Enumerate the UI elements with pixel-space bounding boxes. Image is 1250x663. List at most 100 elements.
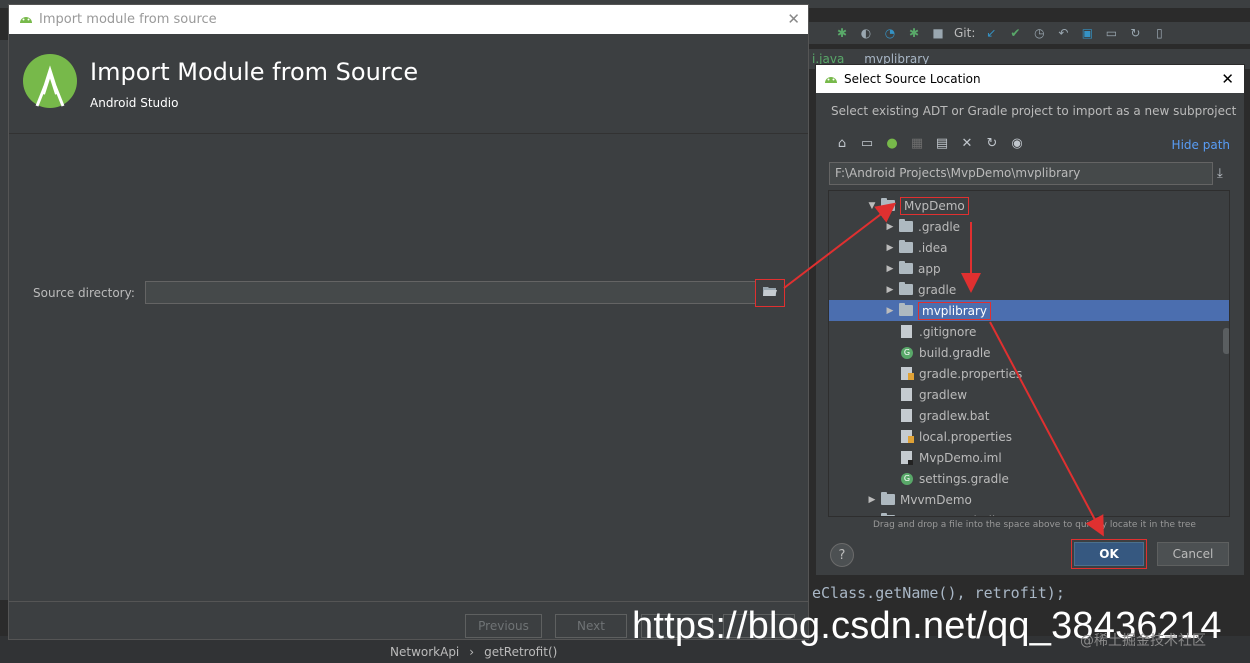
ide-toolbar: ✱ ◐ ◔ ✱ ■ Git: ↙ ✔ ◷ ↶ ▣ ▭ ↻ ▯	[808, 22, 1250, 44]
folder-icon	[899, 219, 913, 232]
profiler-icon[interactable]: ◔	[882, 25, 898, 41]
tree-item-label: .gradle	[918, 219, 961, 234]
breadcrumb-method[interactable]: getRetrofit()	[484, 645, 557, 659]
coverage-icon[interactable]: ◐	[858, 25, 874, 41]
avd-icon[interactable]: ▯	[1151, 25, 1167, 41]
ok-button-highlight: OK	[1071, 539, 1147, 569]
file-icon	[901, 325, 912, 338]
git-commit-icon[interactable]: ✔	[1007, 25, 1023, 41]
folder-icon	[899, 282, 913, 295]
tree-item[interactable]: local.properties	[829, 426, 1229, 447]
dialog-title: Import Module from Source	[90, 58, 419, 86]
tree-item-label: settings.gradle	[919, 471, 1009, 486]
tree-item[interactable]: ▶ MvvmDemo	[829, 489, 1229, 510]
tree-item[interactable]: Gsettings.gradle	[829, 468, 1229, 489]
help-button[interactable]: ?	[830, 543, 854, 567]
watermark-small: @稀土掘金技术社区	[1080, 633, 1206, 649]
tree-item-label: MvpDemo.iml	[919, 450, 1002, 465]
tree-item[interactable]: gradlew	[829, 384, 1229, 405]
sync-icon[interactable]: ↻	[1127, 25, 1143, 41]
select-dialog-window-title: Select Source Location	[844, 72, 981, 86]
breadcrumb-class[interactable]: NetworkApi	[390, 645, 459, 659]
git-history-icon[interactable]: ◷	[1031, 25, 1047, 41]
tree-item-label: .idea	[918, 240, 948, 255]
git-revert-icon[interactable]: ↶	[1055, 25, 1071, 41]
import-module-dialog: Import module from source ✕ Import Modul…	[8, 4, 809, 640]
tree-collapsed-icon[interactable]: ▶	[883, 222, 897, 232]
tree-item[interactable]: gradle.properties	[829, 363, 1229, 384]
tree-item[interactable]: ▶ MvvmJetpackAll	[829, 510, 1229, 517]
tree-item[interactable]: ▶ app	[829, 258, 1229, 279]
android-icon	[19, 12, 33, 28]
git-label: Git:	[954, 26, 976, 40]
close-icon[interactable]: ✕	[787, 10, 800, 28]
file-icon	[901, 409, 912, 422]
tree-item[interactable]: Gbuild.gradle	[829, 342, 1229, 363]
source-directory-input[interactable]	[145, 281, 785, 304]
iml-icon	[901, 451, 913, 465]
tree-item[interactable]: .gitignore	[829, 321, 1229, 342]
new-folder-icon[interactable]: ▤	[934, 135, 950, 151]
path-input[interactable]: F:\Android Projects\MvpDemo\mvplibrary	[829, 162, 1213, 185]
home-icon[interactable]: ⌂	[834, 135, 850, 151]
tree-item-label: .gitignore	[919, 324, 977, 339]
import-dialog-body: Source directory:	[9, 135, 808, 601]
attach-debugger-icon[interactable]: ✱	[906, 25, 922, 41]
tree-collapsed-icon[interactable]: ▶	[883, 285, 897, 295]
tree-collapsed-icon[interactable]: ▶	[883, 243, 897, 253]
tree-item[interactable]: MvpDemo.iml	[829, 447, 1229, 468]
tree-expanded-icon[interactable]: ▼	[865, 201, 879, 211]
dialog-subtitle: Android Studio	[90, 96, 179, 110]
hide-path-link[interactable]: Hide path	[1172, 138, 1230, 152]
tree-item[interactable]: ▶ .gradle	[829, 216, 1229, 237]
browse-folder-button[interactable]	[755, 279, 785, 307]
previous-button[interactable]: Previous	[465, 614, 542, 638]
folder-icon	[881, 492, 895, 505]
folder-icon	[899, 261, 913, 274]
module-icon[interactable]: ▦	[909, 135, 925, 151]
tree-collapsed-icon[interactable]: ▶	[865, 516, 879, 517]
tree-collapsed-icon[interactable]: ▶	[865, 495, 879, 505]
ide-left-strip	[0, 40, 8, 600]
refresh-icon[interactable]: ↻	[984, 135, 1000, 151]
delete-icon[interactable]: ✕	[959, 135, 975, 151]
tree-item[interactable]: ▼ MvpDemo	[829, 195, 1229, 216]
next-button[interactable]: Next	[555, 614, 627, 638]
cancel-button[interactable]: Cancel	[1157, 542, 1229, 566]
folder-icon	[881, 513, 895, 516]
tree-item-label: gradlew.bat	[919, 408, 990, 423]
tree-item[interactable]: ▶ mvplibrary	[829, 300, 1229, 321]
tree-collapsed-icon[interactable]: ▶	[883, 306, 897, 316]
show-hidden-icon[interactable]: ◉	[1009, 135, 1025, 151]
desktop-icon[interactable]: ▭	[859, 135, 875, 151]
file-tree[interactable]: ▼ MvpDemo ▶ .gradle ▶ .idea ▶ app ▶ gradle ▶ mvplib…	[828, 190, 1230, 517]
layout-icon[interactable]: ▭	[1103, 25, 1119, 41]
project-icon[interactable]: ●	[884, 135, 900, 151]
tree-item[interactable]: gradlew.bat	[829, 405, 1229, 426]
tree-item[interactable]: ▶ gradle	[829, 279, 1229, 300]
code-line: eClass.getName(), retrofit);	[812, 584, 1065, 602]
close-icon[interactable]: ✕	[1221, 70, 1234, 88]
tree-collapsed-icon[interactable]: ▶	[883, 264, 897, 274]
file-icon	[901, 388, 912, 401]
translate-icon[interactable]: ▣	[1079, 25, 1095, 41]
select-dialog-titlebar: Select Source Location ✕	[816, 65, 1244, 93]
gradle-icon: G	[901, 472, 913, 485]
select-dialog-description: Select existing ADT or Gradle project to…	[831, 104, 1237, 118]
android-icon	[824, 72, 838, 87]
properties-icon	[901, 430, 914, 443]
folder-icon	[881, 198, 895, 211]
git-update-icon[interactable]: ↙	[983, 25, 999, 41]
select-source-location-dialog: Select Source Location ✕ Select existing…	[815, 64, 1245, 576]
download-icon[interactable]: ⤓	[1217, 166, 1223, 181]
android-studio-logo-icon	[23, 54, 77, 108]
tree-item-label: MvvmDemo	[900, 492, 972, 507]
tree-item-label: gradle	[918, 282, 957, 297]
stop-icon[interactable]: ■	[930, 25, 946, 41]
tree-item[interactable]: ▶ .idea	[829, 237, 1229, 258]
tree-item-label: local.properties	[919, 429, 1013, 444]
ok-button[interactable]: OK	[1074, 542, 1144, 566]
debug-icon[interactable]: ✱	[834, 25, 850, 41]
tree-item-label: MvvmJetpackAll	[900, 514, 995, 517]
tree-item-label: gradle.properties	[919, 366, 1023, 381]
